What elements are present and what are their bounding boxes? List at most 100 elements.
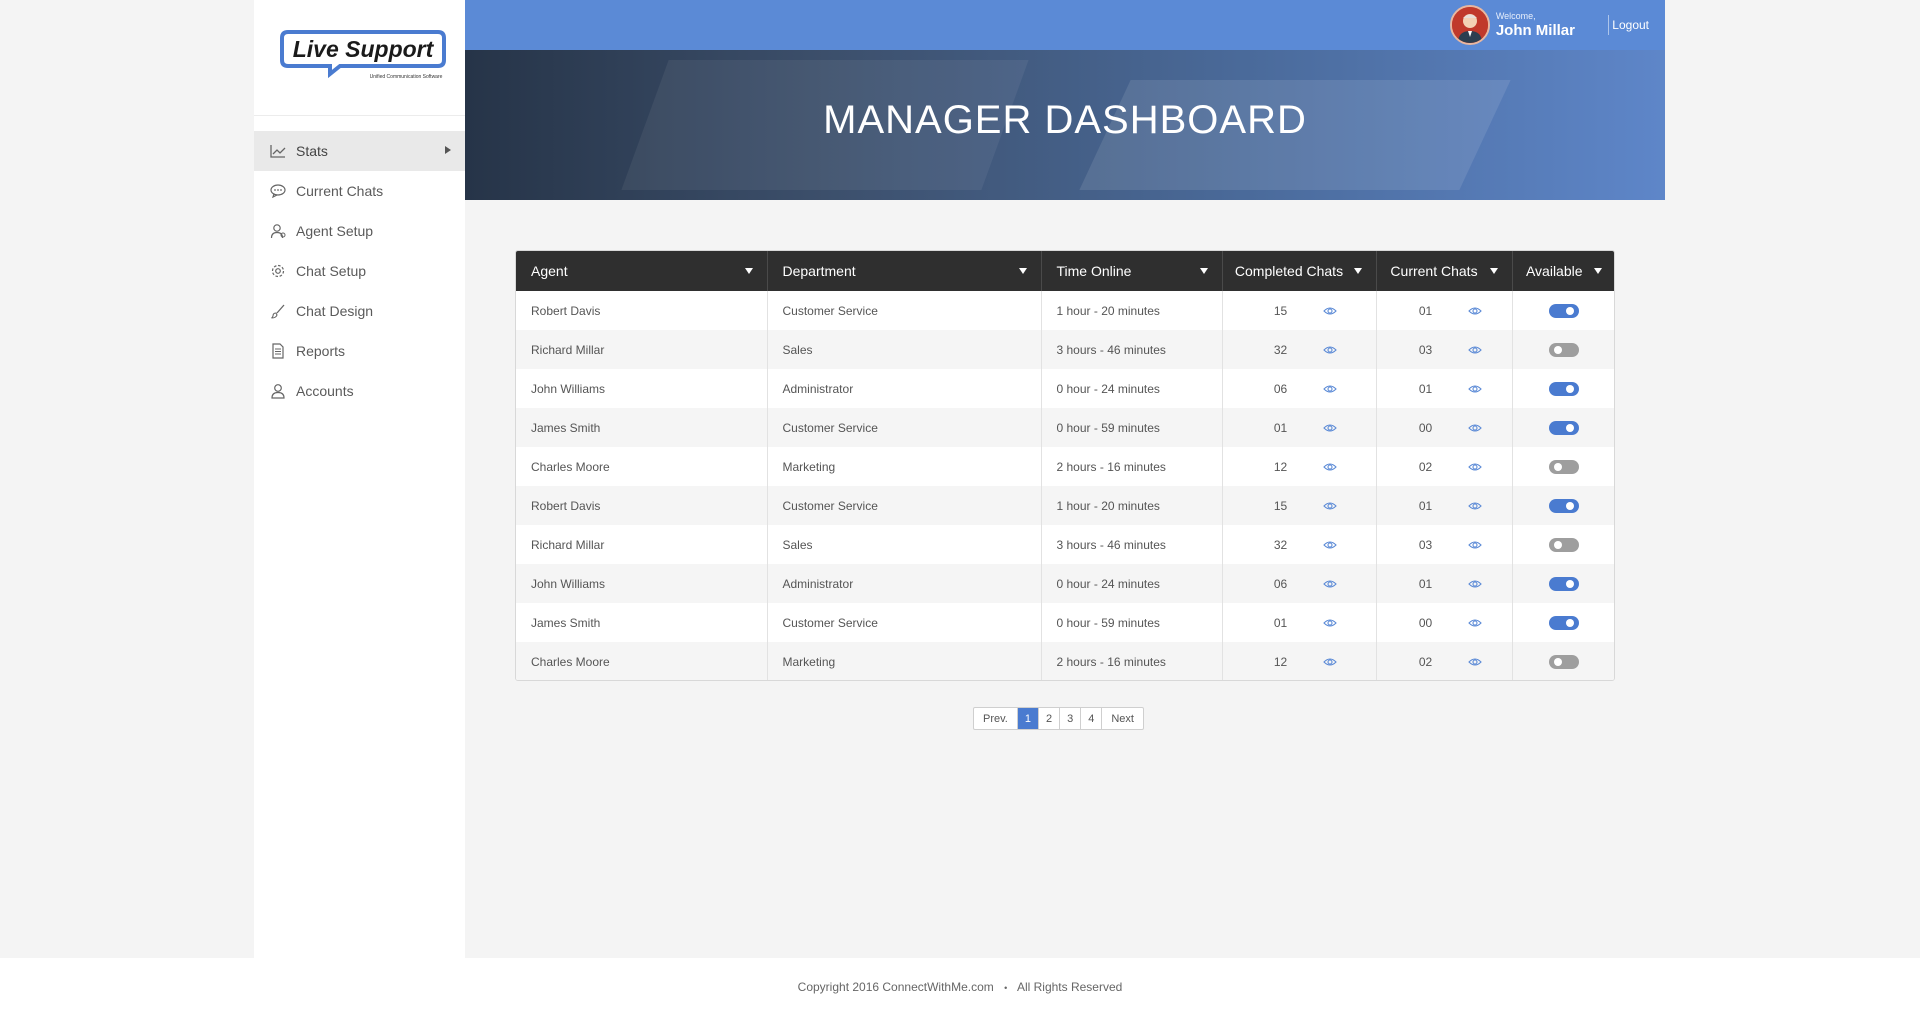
user-menu[interactable]: Welcome, John Millar	[1449, 5, 1575, 45]
current-chats-cell: 03	[1376, 525, 1513, 564]
eye-icon[interactable]	[1322, 540, 1337, 550]
eye-icon[interactable]	[1322, 345, 1337, 355]
eye-icon[interactable]	[1322, 657, 1337, 667]
agent-name: John Williams	[516, 369, 768, 408]
completed-chats-count: 12	[1273, 459, 1288, 474]
eye-icon[interactable]	[1467, 345, 1482, 355]
available-toggle[interactable]	[1548, 342, 1579, 357]
eye-icon[interactable]	[1322, 501, 1337, 511]
sidebar-item-chat-setup[interactable]: Chat Setup	[254, 251, 465, 291]
column-header-department[interactable]: Department	[767, 251, 1042, 291]
available-toggle[interactable]	[1548, 420, 1579, 435]
available-toggle[interactable]	[1548, 654, 1579, 669]
eye-icon[interactable]	[1467, 618, 1482, 628]
logo-tagline: Unified Communication Software	[370, 74, 443, 80]
eye-icon[interactable]	[1322, 384, 1337, 394]
sidebar-item-accounts[interactable]: Accounts	[254, 371, 465, 411]
eye-icon[interactable]	[1322, 618, 1337, 628]
column-header-time-online[interactable]: Time Online	[1041, 251, 1223, 291]
time-online: 0 hour - 24 minutes	[1041, 564, 1223, 603]
prev-page-button[interactable]: Prev.	[974, 708, 1018, 729]
eye-icon[interactable]	[1467, 540, 1482, 550]
column-header-agent[interactable]: Agent	[516, 251, 768, 291]
available-cell	[1512, 369, 1614, 408]
available-toggle[interactable]	[1548, 498, 1579, 513]
time-online: 1 hour - 20 minutes	[1041, 486, 1223, 525]
current-chats-count: 03	[1418, 537, 1433, 552]
available-toggle[interactable]	[1548, 615, 1579, 630]
eye-icon[interactable]	[1467, 423, 1482, 433]
chart-icon	[270, 143, 286, 159]
available-toggle[interactable]	[1548, 303, 1579, 318]
eye-icon[interactable]	[1322, 462, 1337, 472]
table-row: Richard Millar Sales 3 hours - 46 minutes 3…	[516, 525, 1614, 564]
eye-icon[interactable]	[1322, 423, 1337, 433]
current-chats-count: 01	[1418, 303, 1433, 318]
app-shell: Live Support Unified Communication Softw…	[254, 0, 1665, 958]
agents-table: Agent Department Time Online Completed C…	[515, 250, 1615, 681]
sidebar-item-stats[interactable]: Stats	[254, 131, 465, 171]
available-cell	[1512, 642, 1614, 680]
eye-icon[interactable]	[1322, 306, 1337, 316]
column-header-available[interactable]: Available	[1512, 251, 1614, 291]
table-row: Richard Millar Sales 3 hours - 46 minutes 3…	[516, 330, 1614, 369]
column-header-current-chats[interactable]: Current Chats	[1376, 251, 1513, 291]
logout-button[interactable]: Logout	[1612, 18, 1649, 32]
available-toggle[interactable]	[1548, 576, 1579, 591]
available-toggle[interactable]	[1548, 381, 1579, 396]
sidebar-item-current-chats[interactable]: Current Chats	[254, 171, 465, 211]
page-button-3[interactable]: 3	[1060, 708, 1082, 729]
footer: Copyright 2016 ConnectWithMe.com • All R…	[0, 958, 1920, 1019]
page-button-2[interactable]: 2	[1039, 708, 1061, 729]
available-cell	[1512, 291, 1614, 330]
table-row: James Smith Customer Service 0 hour - 59 m…	[516, 603, 1614, 642]
table-row: Robert Davis Customer Service 1 hour - 20 …	[516, 291, 1614, 330]
column-header-label: Agent	[531, 263, 568, 279]
available-cell	[1512, 603, 1614, 642]
toggle-knob	[1553, 345, 1562, 354]
page-title: MANAGER DASHBOARD	[823, 98, 1307, 142]
eye-icon[interactable]	[1467, 306, 1482, 316]
table-body: Robert Davis Customer Service 1 hour - 20 …	[516, 291, 1614, 680]
table-row: Robert Davis Customer Service 1 hour - 20 …	[516, 486, 1614, 525]
next-page-button[interactable]: Next	[1102, 708, 1143, 729]
available-cell	[1512, 564, 1614, 603]
column-header-label: Time Online	[1056, 263, 1132, 279]
eye-icon[interactable]	[1467, 657, 1482, 667]
sidebar-item-label: Chat Design	[296, 303, 374, 319]
sidebar-item-reports[interactable]: Reports	[254, 331, 465, 371]
available-toggle[interactable]	[1548, 537, 1579, 552]
brush-icon	[270, 303, 286, 319]
sidebar-item-chat-design[interactable]: Chat Design	[254, 291, 465, 331]
available-cell	[1512, 486, 1614, 525]
column-header-label: Available	[1525, 263, 1583, 279]
sidebar-item-label: Current Chats	[296, 183, 384, 199]
completed-chats-cell: 12	[1222, 642, 1377, 680]
completed-chats-cell: 06	[1222, 369, 1377, 408]
sidebar-item-agent-setup[interactable]: Agent Setup	[254, 211, 465, 251]
toggle-knob	[1565, 423, 1574, 432]
current-chats-cell: 03	[1376, 330, 1513, 369]
completed-chats-cell: 32	[1222, 330, 1377, 369]
page-button-1[interactable]: 1	[1017, 708, 1039, 729]
toggle-knob	[1553, 462, 1562, 471]
current-chats-cell: 01	[1376, 369, 1513, 408]
available-toggle[interactable]	[1548, 459, 1579, 474]
live-support-logo[interactable]: Live Support Unified Communication Softw…	[278, 28, 446, 88]
eye-icon[interactable]	[1467, 501, 1482, 511]
current-chats-cell: 02	[1376, 642, 1513, 680]
completed-chats-count: 12	[1273, 654, 1288, 669]
completed-chats-count: 32	[1273, 537, 1288, 552]
sidebar-item-label: Reports	[296, 343, 346, 359]
current-chats-count: 00	[1418, 420, 1433, 435]
page-button-4[interactable]: 4	[1081, 708, 1103, 729]
eye-icon[interactable]	[1467, 462, 1482, 472]
current-chats-count: 03	[1418, 342, 1433, 357]
eye-icon[interactable]	[1467, 579, 1482, 589]
column-header-completed-chats[interactable]: Completed Chats	[1222, 251, 1377, 291]
completed-chats-cell: 15	[1222, 486, 1377, 525]
eye-icon[interactable]	[1322, 579, 1337, 589]
time-online: 0 hour - 24 minutes	[1041, 369, 1223, 408]
agent-name: Richard Millar	[516, 330, 768, 369]
eye-icon[interactable]	[1467, 384, 1482, 394]
